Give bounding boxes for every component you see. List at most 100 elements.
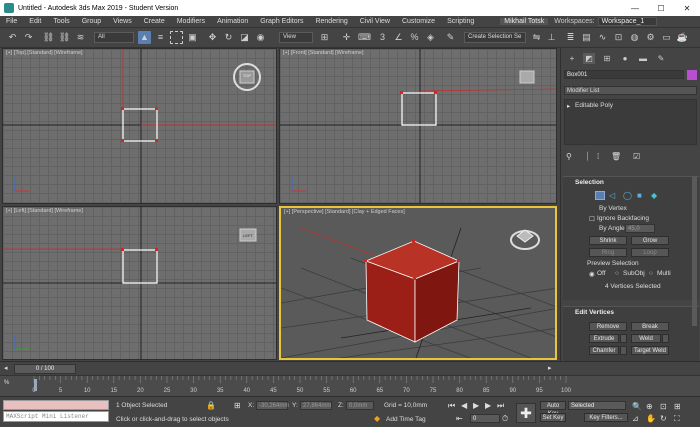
set-key-big-icon[interactable]: ✚ bbox=[516, 403, 536, 423]
command-panel-scrollbar[interactable] bbox=[692, 176, 697, 326]
lock-selection-icon[interactable]: 🔒 bbox=[206, 401, 216, 410]
viewport-front-label[interactable]: [+] [Front] [Standard] [Wireframe] bbox=[283, 50, 364, 56]
select-object-icon[interactable]: ▲ bbox=[138, 31, 151, 44]
time-slider-prev-icon[interactable]: ◂ bbox=[4, 364, 8, 372]
render-teapot-icon[interactable]: ☕ bbox=[676, 31, 689, 44]
stack-expand-icon[interactable]: ▸ bbox=[567, 102, 570, 110]
rect-selection-icon[interactable] bbox=[170, 31, 183, 44]
zoom-extents-all-icon[interactable]: ⊞ bbox=[674, 402, 681, 411]
maxscript-listener-input[interactable] bbox=[3, 400, 109, 410]
pin-stack-icon[interactable]: ⚲ bbox=[566, 152, 572, 161]
viewcube-left-face[interactable]: LEFT bbox=[241, 233, 255, 238]
z-coord-field[interactable]: 0,0mm bbox=[346, 401, 374, 410]
set-key-button[interactable]: Set Key bbox=[540, 413, 566, 422]
menu-create[interactable]: Create bbox=[138, 18, 171, 25]
prev-frame-icon[interactable]: ◀ bbox=[461, 401, 467, 410]
workspace-dropdown[interactable]: Workspace_1 bbox=[597, 17, 658, 26]
named-selection-dropdown[interactable]: Create Selection Se bbox=[464, 32, 526, 43]
scale-icon[interactable]: ◪ bbox=[238, 31, 251, 44]
menu-graph-editors[interactable]: Graph Editors bbox=[254, 18, 309, 25]
track-bar[interactable]: % 0 5 10 15 20 25 30 35 40 45 50 55 60 65 70 75 80 85 90 95… bbox=[0, 375, 700, 397]
create-tab-icon[interactable]: + bbox=[566, 53, 578, 64]
time-tag-icon[interactable]: ◆ bbox=[374, 414, 380, 423]
preview-subobj-radio[interactable]: ○ bbox=[615, 270, 619, 277]
time-config-icon[interactable]: ⏱ bbox=[502, 414, 508, 424]
display-tab-icon[interactable]: ▬ bbox=[637, 53, 649, 64]
menu-group[interactable]: Group bbox=[76, 18, 107, 25]
key-filters-button[interactable]: Key Filters... bbox=[584, 413, 628, 422]
viewport-front[interactable]: [+] [Front] [Standard] [Wireframe] bbox=[279, 48, 557, 204]
x-coord-field[interactable]: -30,264mm bbox=[256, 401, 289, 410]
show-end-result-icon[interactable]: ⏐ bbox=[585, 152, 590, 162]
weld-button[interactable]: Weld bbox=[631, 334, 661, 343]
ribbon-icon[interactable]: ▤ bbox=[580, 31, 593, 44]
vertex-mode-icon[interactable] bbox=[595, 191, 605, 200]
element-mode-icon[interactable]: ◆ bbox=[651, 191, 657, 200]
user-account-button[interactable]: Mikhail Totsk bbox=[500, 18, 549, 25]
time-slider-thumb[interactable]: 0 / 100 bbox=[14, 364, 76, 374]
rotate-icon[interactable]: ↻ bbox=[222, 31, 235, 44]
y-coord-field[interactable]: 27,864mm bbox=[300, 401, 332, 410]
make-unique-icon[interactable]: ⁞ bbox=[597, 152, 599, 161]
utilities-tab-icon[interactable]: ✎ bbox=[655, 53, 667, 64]
preview-off-radio[interactable]: ◉ bbox=[589, 270, 595, 278]
keyboard-shortcut-icon[interactable]: ⌨ bbox=[358, 31, 371, 44]
render-frame-icon[interactable]: ▭ bbox=[660, 31, 673, 44]
selection-filter-dropdown[interactable]: All bbox=[94, 32, 134, 43]
preview-multi-radio[interactable]: ○ bbox=[649, 270, 653, 277]
angle-snap-icon[interactable]: ∠ bbox=[392, 31, 405, 44]
chamfer-button[interactable]: Chamfer bbox=[589, 346, 619, 355]
menu-animation[interactable]: Animation bbox=[211, 18, 254, 25]
absolute-mode-icon[interactable]: ⊞ bbox=[234, 401, 241, 410]
weld-settings-button[interactable] bbox=[662, 334, 669, 343]
close-button[interactable]: ✕ bbox=[674, 4, 700, 13]
play-icon[interactable]: ▶ bbox=[473, 401, 479, 410]
maximize-button[interactable]: ☐ bbox=[648, 4, 674, 13]
remove-modifier-icon[interactable]: 🗑 bbox=[611, 152, 621, 161]
selection-rollout-title[interactable]: Selection bbox=[563, 177, 699, 189]
move-icon[interactable]: ✥ bbox=[206, 31, 219, 44]
modifier-list-dropdown[interactable]: Modifier List bbox=[564, 86, 697, 95]
time-slider-next-icon[interactable]: ▸ bbox=[548, 364, 552, 372]
menu-customize[interactable]: Customize bbox=[396, 18, 441, 25]
hierarchy-tab-icon[interactable]: ⊞ bbox=[601, 53, 613, 64]
edit-named-sets-icon[interactable]: ✎ bbox=[444, 31, 457, 44]
link-icon[interactable]: ⛓ bbox=[42, 31, 55, 44]
zoom-extents-icon[interactable]: ⊡ bbox=[660, 402, 667, 411]
menu-rendering[interactable]: Rendering bbox=[309, 18, 353, 25]
key-set-dropdown[interactable]: Selected bbox=[568, 401, 626, 410]
auto-key-button[interactable]: Auto Key bbox=[540, 401, 566, 417]
go-to-start-icon[interactable]: ⏮ bbox=[448, 401, 455, 411]
border-mode-icon[interactable]: ◯ bbox=[623, 191, 632, 200]
field-of-view-icon[interactable]: ⊿ bbox=[632, 414, 639, 423]
align-icon[interactable]: ⊥ bbox=[545, 31, 558, 44]
maximize-viewport-icon[interactable]: ⛶ bbox=[674, 414, 680, 424]
undo-icon[interactable]: ↶ bbox=[6, 31, 19, 44]
zoom-all-icon[interactable]: ⊕ bbox=[646, 402, 653, 411]
edit-vertices-title[interactable]: Edit Vertices bbox=[563, 307, 699, 319]
angle-spinner[interactable]: 45,0 bbox=[625, 224, 655, 233]
viewport-persp-label[interactable]: [+] [Perspective] [Standard] [Clay + Edg… bbox=[284, 209, 405, 215]
current-frame-marker[interactable] bbox=[34, 379, 37, 391]
chamfer-settings-button[interactable] bbox=[620, 346, 627, 355]
shrink-button[interactable]: Shrink bbox=[589, 236, 627, 245]
key-mode-icon[interactable]: ⇤ bbox=[456, 414, 463, 423]
viewcube-top-face[interactable]: TOP bbox=[241, 73, 253, 78]
target-weld-button[interactable]: Target Weld bbox=[631, 346, 669, 355]
polygon-mode-icon[interactable]: ■ bbox=[637, 191, 642, 200]
curve-editor-icon[interactable]: ∿ bbox=[596, 31, 609, 44]
by-vertex-option[interactable]: By Vertex bbox=[599, 205, 627, 212]
configure-sets-icon[interactable]: ☑ bbox=[633, 152, 640, 161]
current-frame-field[interactable]: 0 bbox=[470, 414, 500, 423]
object-name-field[interactable]: Box001 bbox=[564, 70, 684, 79]
layer-explorer-icon[interactable]: ≣ bbox=[564, 31, 577, 44]
loop-button[interactable]: Loop bbox=[631, 248, 669, 257]
grow-button[interactable]: Grow bbox=[631, 236, 669, 245]
object-color-swatch[interactable] bbox=[687, 70, 697, 80]
minimize-button[interactable]: — bbox=[622, 4, 648, 13]
menu-edit[interactable]: Edit bbox=[23, 18, 47, 25]
pivot-center-icon[interactable]: ⊞ bbox=[318, 31, 331, 44]
redo-icon[interactable]: ↷ bbox=[22, 31, 35, 44]
select-by-name-icon[interactable]: ≡ bbox=[154, 31, 167, 44]
pan-icon[interactable]: ✋ bbox=[646, 414, 656, 423]
